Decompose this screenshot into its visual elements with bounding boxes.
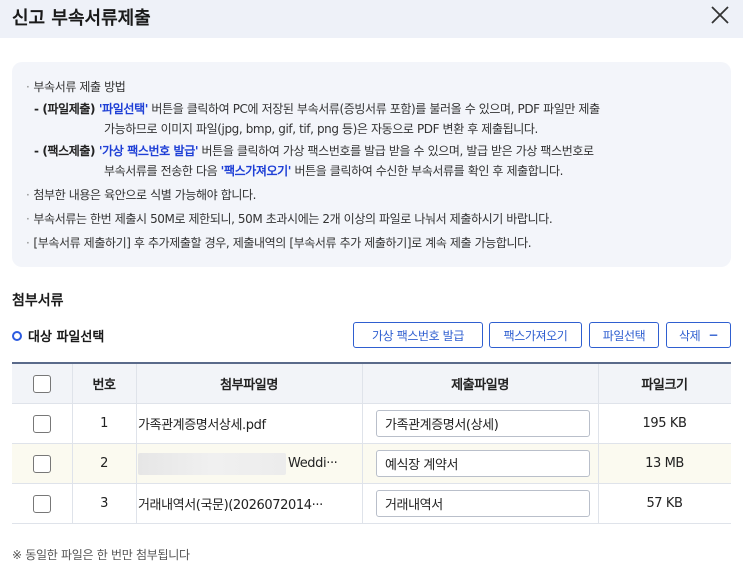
notice-heading: · 부속서류 제출 방법	[26, 80, 126, 94]
close-icon	[711, 6, 729, 24]
bullet-icon: ·	[26, 80, 30, 94]
row-checkbox-cell	[12, 444, 72, 483]
row-file-size: 195 KB	[642, 416, 687, 431]
virtual-fax-button[interactable]: 가상 팩스번호 발급	[353, 322, 483, 348]
notice-fax-submit-line2: 부속서류를 전송한 다음 '팩스가져오기' 버튼을 클릭하여 수신한 부속서류를…	[104, 164, 564, 178]
select-all-checkbox[interactable]	[33, 374, 51, 393]
column-header-file-size: 파일크기	[641, 378, 688, 393]
column-header-submit-file: 제출파일명	[451, 378, 509, 393]
notice-file-submit-line2: 가능하므로 이미지 파일(jpg, bmp, gif, tif, png 등)은…	[104, 122, 538, 136]
fetch-fax-button[interactable]: 팩스가져오기	[489, 322, 582, 348]
notice-additional: · [부속서류 제출하기] 후 추가제출할 경우, 제출내역의 [부속서류 추가 …	[26, 236, 532, 250]
table-row: 2 Weddi··· 13 MB	[12, 444, 731, 484]
table-row: 3 거래내역서(국문)(2026072014··· 57 KB	[12, 484, 731, 524]
circle-bullet-icon	[12, 330, 22, 341]
row-checkbox-cell	[12, 404, 72, 443]
bullet-icon: ·	[26, 212, 30, 226]
notice-fax-submit-line1: - (팩스제출) '가상 팩스번호 발급' 버튼을 클릭하여 가상 팩스번호를 …	[34, 144, 594, 158]
bullet-icon: ·	[26, 236, 30, 250]
row-checkbox[interactable]	[33, 454, 51, 473]
table-row: 1 가족관계증명서상세.pdf 195 KB	[12, 404, 731, 444]
table-header-row: 번호 첨부파일명 제출파일명 파일크기	[12, 364, 731, 404]
row-submit-cell	[362, 404, 598, 443]
row-attached-file: 거래내역서(국문)(2026072014···	[138, 498, 323, 513]
target-file-subtitle: 대상 파일선택	[12, 326, 104, 345]
file-select-emphasis: 파일선택	[102, 102, 145, 116]
row-number: 3	[100, 496, 108, 511]
dialog-header: 신고 부속서류제출	[0, 0, 743, 38]
virtual-fax-emphasis: 가상 팩스번호 발급	[102, 144, 195, 158]
submit-filename-input[interactable]	[376, 490, 590, 517]
row-attached-file: Weddi···	[136, 444, 362, 483]
column-header-attached-file: 첨부파일명	[220, 378, 278, 393]
notice-file-submit-line1: - (파일제출) '파일선택' 버튼을 클릭하여 PC에 저장된 부속서류(증빙…	[34, 102, 600, 116]
row-attached-file: 가족관계증명서상세.pdf	[138, 418, 266, 433]
delete-button[interactable]: 삭제 −	[666, 322, 731, 348]
row-file-size: 57 KB	[646, 496, 683, 511]
notice-identifiable: · 첨부한 내용은 육안으로 식별 가능해야 합니다.	[26, 188, 257, 202]
duplicate-file-note: ※ 동일한 파일은 한 번만 첨부됩니다	[12, 548, 190, 562]
column-header-number: 번호	[92, 378, 116, 393]
row-submit-cell	[362, 444, 598, 483]
row-checkbox[interactable]	[33, 494, 51, 513]
row-checkbox-cell	[12, 484, 72, 523]
row-number: 2	[100, 456, 108, 471]
select-all-cell	[12, 364, 72, 403]
row-file-size: 13 MB	[645, 456, 684, 471]
attachments-title: 첨부서류	[12, 293, 64, 309]
close-button[interactable]	[707, 2, 733, 28]
row-submit-cell	[362, 484, 598, 523]
select-file-button[interactable]: 파일선택	[589, 322, 659, 348]
row-checkbox[interactable]	[33, 414, 51, 433]
redacted-filename-blur	[138, 452, 286, 475]
dialog-title: 신고 부속서류제출	[12, 8, 151, 29]
bullet-icon: ·	[26, 188, 30, 202]
notice-size-limit: · 부속서류는 한번 제출시 50M로 제한되니, 50M 초과시에는 2개 이상…	[26, 212, 553, 226]
submit-filename-input[interactable]	[376, 410, 590, 437]
submit-filename-input[interactable]	[376, 450, 590, 477]
row-number: 1	[100, 416, 108, 431]
minus-icon: −	[708, 328, 718, 342]
notice-box: · 부속서류 제출 방법 - (파일제출) '파일선택' 버튼을 클릭하여 PC에…	[12, 62, 731, 267]
fetch-fax-emphasis: 팩스가져오기	[223, 164, 288, 178]
attachments-table: 번호 첨부파일명 제출파일명 파일크기 1 가족관계증명서상세.pdf 195 …	[12, 362, 731, 524]
